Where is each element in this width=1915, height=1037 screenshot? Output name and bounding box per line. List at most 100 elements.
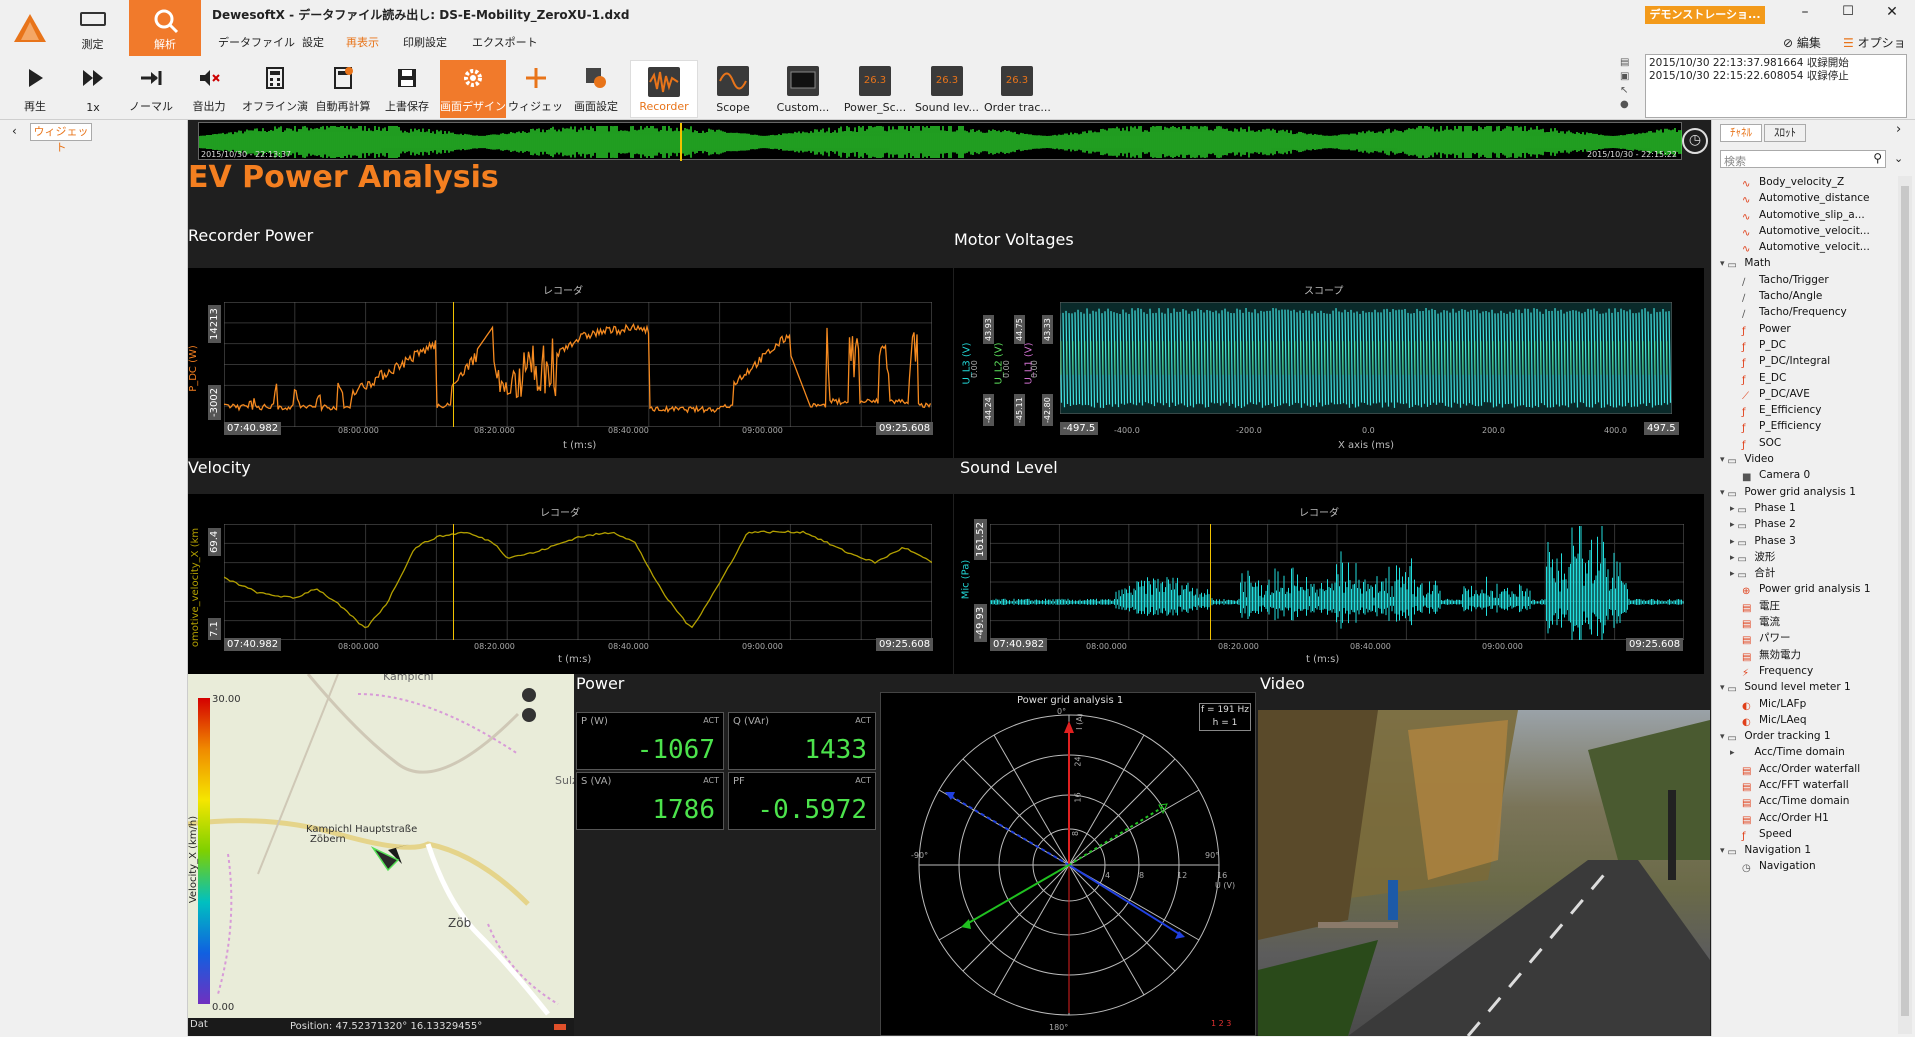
edit-button[interactable]: ⊘ 編集	[1783, 34, 1821, 51]
channel-tree-item[interactable]: ƒ P_Efficiency	[1720, 418, 1896, 434]
normal-button[interactable]: ノーマル	[124, 60, 178, 118]
velocity-plot[interactable]: レコーダ omotive_velocity_X (km 69.4 7.1 07:…	[188, 494, 953, 674]
expand-panel-icon[interactable]: ›	[1896, 122, 1901, 137]
overwrite-save-button[interactable]: 上書保存	[378, 60, 436, 118]
recorder-power-plot[interactable]: レコーダ P_DC (W) 14213 -3002 07:40.982 09:2…	[188, 268, 953, 458]
speed-button[interactable]: 1x	[66, 60, 120, 118]
channel-tree-item[interactable]: ▾ ▭ Order tracking 1	[1720, 728, 1896, 744]
collapse-icon[interactable]: ▾	[1720, 846, 1727, 856]
channel-tree-item[interactable]: ∕ Tacho/Angle	[1720, 288, 1896, 304]
widget-button[interactable]: ウィジェット	[508, 60, 564, 118]
channel-tree-item[interactable]: ▤ Acc/Time domain	[1720, 793, 1896, 809]
clock-icon[interactable]: ◷	[1682, 128, 1708, 154]
collapse-icon[interactable]: ▾	[1720, 259, 1727, 269]
sound-level-plot[interactable]: レコーダ Mic (Pa) 161.52 -49.93 07:40.982 09…	[954, 494, 1704, 674]
gps-map[interactable]: Kampichl Kampichl Hauptstraße Zöbern Zöb…	[188, 674, 574, 1036]
screen-design-button[interactable]: 画面デザイン	[440, 60, 506, 118]
expand-icon[interactable]: ▸	[1730, 537, 1737, 547]
overview-bar[interactable]: 2015/10/30 - 22:13:37 2015/10/30 - 22:15…	[198, 122, 1682, 161]
channel-tree-item[interactable]: ▸ ▭ Phase 2	[1720, 516, 1896, 532]
play-button[interactable]: 再生	[8, 60, 62, 118]
instrument-power[interactable]: 26.3 Power_Sc...	[840, 60, 910, 118]
channel-tree-item[interactable]: ƒ E_DC	[1720, 370, 1896, 386]
channel-tree-item[interactable]: ▸ ▭ 合計	[1720, 565, 1896, 581]
channel-tree-item[interactable]: ∿ Automotive_slip_a...	[1720, 207, 1896, 223]
meter-p[interactable]: P (W) ACT -1067	[576, 712, 724, 770]
channel-tree-item[interactable]: ◐ Mic/LAeq	[1720, 712, 1896, 728]
channel-search-input[interactable]: 検索 ⚲	[1720, 150, 1886, 168]
screen-settings-button[interactable]: 画面設定	[566, 60, 626, 118]
channel-tree-item[interactable]: ƒ P_DC	[1720, 337, 1896, 353]
channel-tree-item[interactable]: ∿ Automotive_velocit...	[1720, 223, 1896, 239]
channel-tree-item[interactable]: ∕ Tacho/Frequency	[1720, 304, 1896, 320]
expand-icon[interactable]: ▸	[1730, 553, 1737, 563]
channel-tree-item[interactable]: ƒ E_Efficiency	[1720, 402, 1896, 418]
channel-tree-item[interactable]: ◐ Mic/LAFp	[1720, 696, 1896, 712]
instrument-scope[interactable]: Scope	[700, 60, 766, 118]
channel-tree-item[interactable]: ƒ Power	[1720, 321, 1896, 337]
channel-tree-item[interactable]: ▸ Acc/Time domain	[1720, 744, 1896, 760]
expand-icon[interactable]: ▸	[1730, 520, 1737, 530]
cursor-line[interactable]	[1210, 524, 1211, 640]
collapse-left-icon[interactable]: ‹	[12, 124, 17, 138]
channel-tree-item[interactable]: ▾ ▭ Sound level meter 1	[1720, 679, 1896, 695]
channel-tree-item[interactable]: ⚡ Frequency	[1720, 663, 1896, 679]
cursor-line[interactable]	[453, 524, 454, 640]
video-frame[interactable]	[1258, 710, 1710, 1036]
channel-tree-item[interactable]: ▤ パワー	[1720, 630, 1896, 646]
channels-tab[interactable]: ﾁｬﾈﾙ	[1720, 124, 1762, 142]
instrument-sound[interactable]: 26.3 Sound lev...	[912, 60, 982, 118]
channel-tree-item[interactable]: ⊕ Power grid analysis 1	[1720, 581, 1896, 597]
tab-datafile[interactable]: データファイル	[214, 34, 299, 50]
minimize-button[interactable]: –	[1795, 4, 1815, 24]
collapse-icon[interactable]: ▾	[1720, 732, 1727, 742]
channel-tree-item[interactable]: ▾ ▭ Math	[1720, 255, 1896, 271]
scrollbar-thumb[interactable]	[1901, 186, 1909, 1016]
channel-tree-item[interactable]: ▤ Acc/Order waterfall	[1720, 761, 1896, 777]
channel-tree-item[interactable]: ▤ Acc/FFT waterfall	[1720, 777, 1896, 793]
demo-badge[interactable]: デモンストレーショ...	[1645, 6, 1765, 24]
tab-export[interactable]: エクスポート	[468, 34, 542, 50]
slots-tab[interactable]: ｽﾛｯﾄ	[1764, 124, 1806, 142]
channel-tree-item[interactable]: ▾ ▭ Video	[1720, 451, 1896, 467]
channel-tree-item[interactable]: ▸ ▭ Phase 1	[1720, 500, 1896, 516]
auto-recalc-button[interactable]: 自動再計算	[310, 60, 376, 118]
offline-calc-button[interactable]: オフライン演算	[242, 60, 308, 118]
expand-icon[interactable]: ▸	[1730, 569, 1737, 579]
vector-scope[interactable]: Power grid analysis 1 f = 191 Hz h = 1 0…	[880, 692, 1256, 1036]
instrument-order[interactable]: 26.3 Order trac...	[984, 60, 1050, 118]
channel-tree-item[interactable]: ƒ SOC	[1720, 435, 1896, 451]
zoom-in-button[interactable]	[522, 688, 536, 702]
collapse-icon[interactable]: ▾	[1720, 488, 1727, 498]
overview-cursor[interactable]	[680, 123, 682, 161]
tab-settings[interactable]: 設定	[298, 34, 328, 50]
filter-dropdown-icon[interactable]: ⌄	[1894, 152, 1903, 165]
channel-tree-item[interactable]: ▾ ▭ Navigation 1	[1720, 842, 1896, 858]
measure-mode-button[interactable]: 測定	[60, 0, 125, 56]
channel-tree-item[interactable]: ƒ Speed	[1720, 826, 1896, 842]
collapse-icon[interactable]: ▾	[1720, 455, 1727, 465]
meter-s[interactable]: S (VA) ACT 1786	[576, 772, 724, 830]
channel-tree-item[interactable]: ▤ 電流	[1720, 614, 1896, 630]
channel-tree-item[interactable]: ▤ 電圧	[1720, 598, 1896, 614]
analyze-mode-button[interactable]: 解析	[129, 0, 201, 56]
channel-tree-item[interactable]: ∿ Body_velocity_Z	[1720, 174, 1896, 190]
channel-tree-item[interactable]: ■ Camera 0	[1720, 467, 1896, 483]
close-button[interactable]: ✕	[1882, 4, 1902, 24]
audio-button[interactable]: 音出力	[182, 60, 236, 118]
motor-voltages-plot[interactable]: スコープ U_L3 (V) U_L2 (V) U_L1 (V) 43.93 -4…	[954, 268, 1704, 458]
channel-tree-item[interactable]: ▤ Acc/Order H1	[1720, 810, 1896, 826]
instrument-recorder[interactable]: Recorder	[630, 60, 698, 118]
expand-icon[interactable]: ▸	[1730, 504, 1737, 514]
meter-q[interactable]: Q (VAr) ACT 1433	[728, 712, 876, 770]
channel-tree-item[interactable]: ∿ Automotive_velocit...	[1720, 239, 1896, 255]
expand-icon[interactable]: ▸	[1730, 748, 1737, 758]
cursor-line[interactable]	[453, 302, 454, 427]
channel-tree-item[interactable]: ▸ ▭ Phase 3	[1720, 533, 1896, 549]
tab-review[interactable]: 再表示	[342, 34, 383, 50]
collapse-icon[interactable]: ▾	[1720, 683, 1727, 693]
meter-pf[interactable]: PF ACT -0.5972	[728, 772, 876, 830]
channel-tree-item[interactable]: ▸ ▭ 波形	[1720, 549, 1896, 565]
channel-tree-item[interactable]: ∿ Automotive_distance	[1720, 190, 1896, 206]
widget-tab[interactable]: ウィジェット	[30, 123, 92, 154]
